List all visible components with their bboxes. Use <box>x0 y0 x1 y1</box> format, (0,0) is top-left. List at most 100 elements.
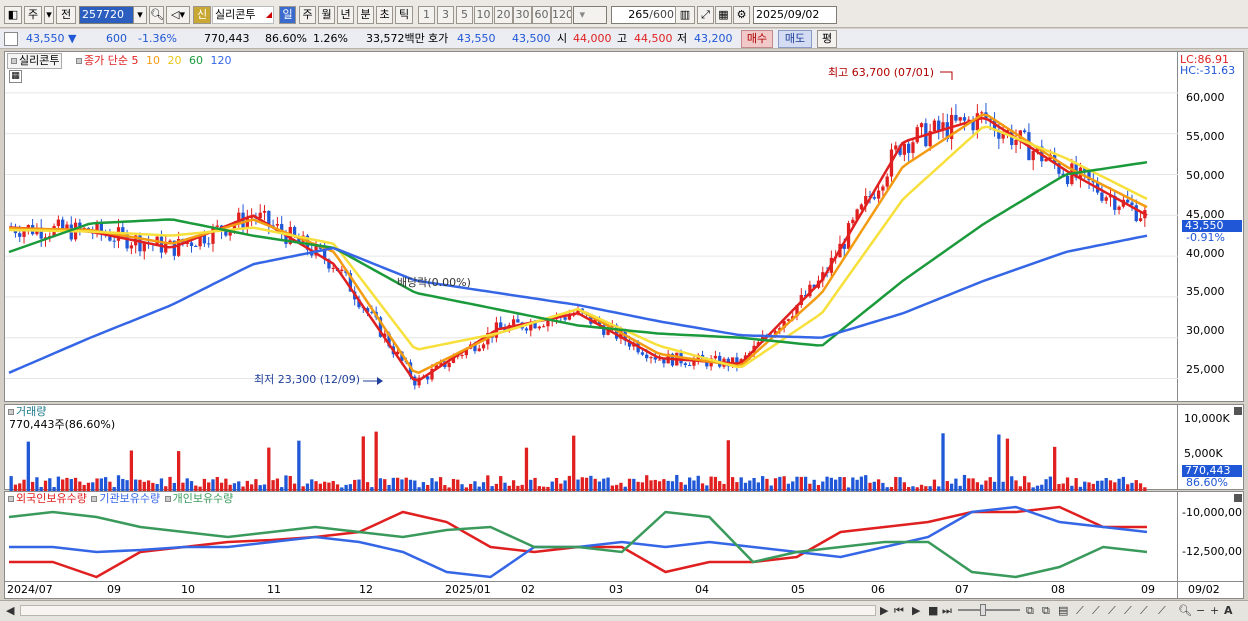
volume-bar <box>361 436 365 491</box>
legend-simple[interactable]: 단순 <box>108 54 128 67</box>
rewind-icon[interactable]: ⏮ <box>894 604 904 617</box>
volume-panel[interactable]: 거래량 770,443주(86.60%) <box>4 404 1178 491</box>
window-menu-icon[interactable]: ◧ <box>4 6 22 24</box>
sell-button[interactable]: 매도 <box>778 30 812 48</box>
min-10[interactable]: 10 <box>474 6 493 24</box>
custom-period-dropdown[interactable]: ▾ <box>573 6 607 24</box>
legend-ma120[interactable]: 120 <box>211 54 232 67</box>
volume-bar <box>679 482 683 491</box>
volume-bar <box>310 479 314 491</box>
zoom-out-icon[interactable]: − <box>1196 604 1205 617</box>
legend-ma5[interactable]: 5 <box>132 54 139 67</box>
legend-individual[interactable]: 개인보유수량 <box>173 492 234 505</box>
min-1[interactable]: 1 <box>418 6 435 24</box>
line-tool-icon[interactable]: ⟋ <box>1158 604 1166 617</box>
volume-bar <box>245 480 249 491</box>
zoom-slider[interactable] <box>958 609 1020 611</box>
candle-body <box>121 227 125 233</box>
price-y-axis[interactable]: LC:86.91 HC:-31.63 60,000 55,000 50,000 … <box>1178 51 1244 402</box>
tab-second[interactable]: 초 <box>376 6 393 24</box>
tab-day[interactable]: 일 <box>279 6 296 24</box>
min-3[interactable]: 3 <box>437 6 454 24</box>
holdings-panel[interactable]: 외국인보유수량 기관보유수량 개인보유수량 <box>4 491 1178 582</box>
tab-tick[interactable]: 틱 <box>395 6 413 24</box>
trade-amount: 33,572백만 <box>366 32 425 45</box>
panel-close-icon[interactable] <box>1234 494 1242 502</box>
min-120[interactable]: 120 <box>551 6 572 24</box>
volume-title[interactable]: 거래량 <box>7 405 46 419</box>
fast-forward-icon[interactable]: ⏭ <box>942 604 952 617</box>
min-60[interactable]: 60 <box>532 6 551 24</box>
legend-institution[interactable]: 기관보유수량 <box>99 492 160 505</box>
scroll-right-icon[interactable]: ▶ <box>880 604 888 617</box>
candle-body <box>911 142 915 153</box>
volume-y-axis[interactable]: 10,000K 5,000K 770,443 86.60% <box>1178 404 1244 490</box>
scroll-left-icon[interactable]: ◀ <box>6 604 14 617</box>
period-dropdown[interactable]: 주 <box>24 6 42 24</box>
chart-icon[interactable]: ▤ <box>1058 604 1068 617</box>
candle-body <box>954 114 958 121</box>
horizontal-scrollbar[interactable] <box>20 605 876 616</box>
tab-minute[interactable]: 분 <box>357 6 374 24</box>
min-5[interactable]: 5 <box>456 6 473 24</box>
price-chart-panel[interactable]: 실리콘투 종가 단순 5 10 20 60 120 ▦ 최고 63,700 (0… <box>4 51 1179 402</box>
line-tool-icon[interactable]: ⟋ <box>1108 604 1116 617</box>
quote-menu-icon[interactable] <box>4 32 18 46</box>
legend-foreign[interactable]: 외국인보유수량 <box>16 492 87 505</box>
down-arrow-icon: ▼ <box>68 32 77 45</box>
count-input[interactable]: 265/600 <box>611 6 677 24</box>
draw-tool-icon[interactable]: ⤢ <box>697 6 714 24</box>
candle-body <box>662 359 666 364</box>
stock-tag[interactable]: 실리콘투 <box>7 53 63 69</box>
search-icon[interactable]: 🔍︎ <box>149 6 164 24</box>
panel-close-icon[interactable] <box>1234 407 1242 415</box>
volume-bar <box>69 479 73 491</box>
min-20[interactable]: 20 <box>494 6 513 24</box>
eval-button[interactable]: 평 <box>817 30 837 48</box>
legend-ma20[interactable]: 20 <box>168 54 182 67</box>
candle-body <box>1126 199 1130 203</box>
line-tool-icon[interactable]: ⟋ <box>1076 604 1084 617</box>
zoom-icon[interactable]: 🔍︎ <box>1178 604 1192 617</box>
volume-bar <box>997 434 1001 491</box>
calculator-icon[interactable]: ▦ <box>9 70 22 83</box>
tab-week[interactable]: 주 <box>299 6 316 24</box>
legend-close[interactable]: 종가 <box>84 54 104 67</box>
stock-code-input[interactable]: 257720 <box>79 6 137 24</box>
settings-icon[interactable]: ⚙ <box>733 6 750 24</box>
speaker-icon[interactable]: ◁▾ <box>166 6 190 24</box>
min-30[interactable]: 30 <box>513 6 532 24</box>
tab-year[interactable]: 년 <box>337 6 354 24</box>
plus-icon[interactable]: + <box>1210 604 1219 617</box>
font-size-icon[interactable]: A <box>1224 604 1233 617</box>
line-tool-icon[interactable]: ⟋ <box>1140 604 1148 617</box>
prev-button[interactable]: 전 <box>56 6 76 24</box>
volume-bar <box>460 484 464 491</box>
period-dropdown-arrow[interactable]: ▾ <box>44 6 54 24</box>
chart-type-icon[interactable]: ▥ <box>675 6 695 24</box>
tab-month[interactable]: 월 <box>318 6 335 24</box>
volume-bar <box>314 481 318 491</box>
volume-bar <box>374 431 378 491</box>
play-icon[interactable]: ▶ <box>912 604 920 617</box>
volume-bar <box>550 481 554 491</box>
zoom-slider-thumb[interactable] <box>980 604 986 616</box>
candle-body <box>18 233 22 237</box>
line-tool-icon[interactable]: ⟋ <box>1092 604 1100 617</box>
code-dropdown-icon[interactable]: ▾ <box>133 6 147 24</box>
volume-bar <box>808 483 812 491</box>
copy-icon[interactable]: ⧉ <box>1042 604 1050 617</box>
legend-ma10[interactable]: 10 <box>146 54 160 67</box>
stop-icon[interactable]: ■ <box>928 604 938 617</box>
buy-button[interactable]: 매수 <box>741 30 773 48</box>
grid-icon[interactable]: ▦ <box>715 6 732 24</box>
holdings-y-axis[interactable]: -10,000,00 -12,500,00 <box>1178 491 1244 582</box>
stock-name-field[interactable]: 실리콘투 ◢ <box>212 6 274 24</box>
volume-bar <box>567 475 572 491</box>
date-input[interactable]: 2025/09/02 <box>753 6 837 24</box>
x-axis[interactable]: 2024/07 09 10 11 12 2025/01 02 03 04 05 06 07 08 09 <box>4 582 1178 599</box>
volume-bar <box>129 450 134 491</box>
line-tool-icon[interactable]: ⟋ <box>1124 604 1132 617</box>
legend-ma60[interactable]: 60 <box>189 54 203 67</box>
copy-icon[interactable]: ⧉ <box>1026 604 1034 617</box>
